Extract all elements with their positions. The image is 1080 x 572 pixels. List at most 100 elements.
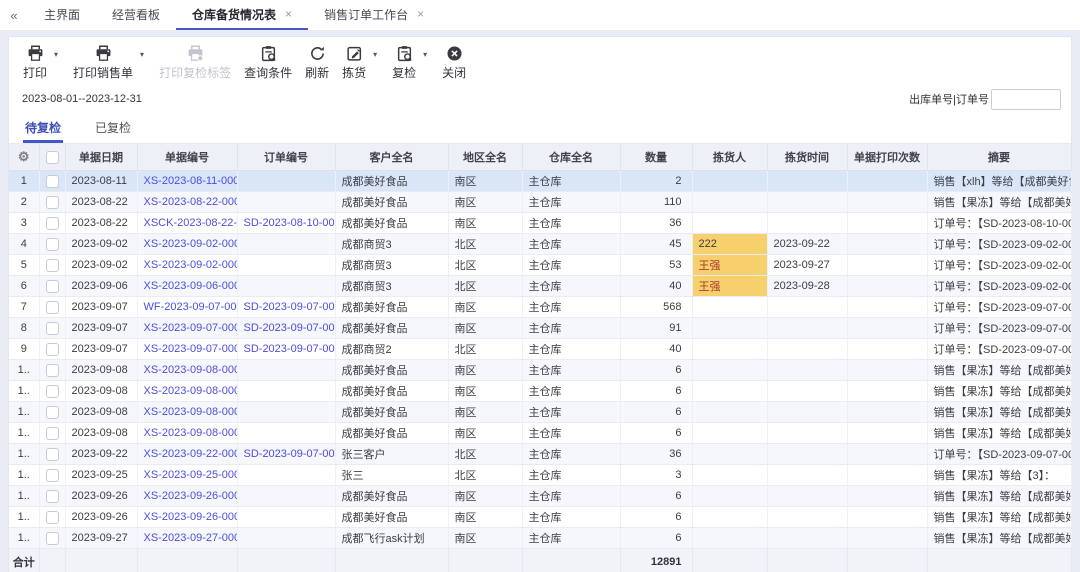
cell-doc-no-link[interactable]: XS-2023-08-22-00014 <box>137 191 238 213</box>
cell-order-no-link[interactable] <box>237 401 336 423</box>
row-checkbox[interactable] <box>45 510 59 524</box>
column-header-7[interactable]: 拣货人 <box>692 143 768 171</box>
toolbar-button-7[interactable]: 关闭 <box>442 44 466 81</box>
table-row[interactable]: 1.. 2023-09-08 XS-2023-09-08-00025 成都美好食… <box>9 380 1072 402</box>
toolbar-button-3[interactable]: 查询条件 <box>244 44 292 81</box>
row-checkbox[interactable] <box>45 531 59 545</box>
table-row[interactable]: 1 2023-08-11 XS-2023-08-11-00013 成都美好食品 … <box>9 170 1072 192</box>
row-checkbox[interactable] <box>45 321 59 335</box>
cell-order-no-link[interactable] <box>237 485 336 507</box>
cell-order-no-link[interactable] <box>237 233 336 255</box>
table-row[interactable]: 1.. 2023-09-25 XS-2023-09-25-00031 张三 北区… <box>9 464 1072 486</box>
cell-order-no-link[interactable] <box>237 359 336 381</box>
cell-order-no-link[interactable]: SD-2023-09-07-00009 <box>237 296 336 318</box>
column-header-8[interactable]: 拣货时间 <box>767 143 848 171</box>
main-tab-0[interactable]: 主界面 <box>28 0 96 30</box>
cell-order-no-link[interactable]: SD-2023-08-10-00002 <box>237 212 336 234</box>
cell-order-no-link[interactable] <box>237 506 336 528</box>
cell-order-no-link[interactable]: SD-2023-09-07-00014 <box>237 338 336 360</box>
row-checkbox[interactable] <box>45 489 59 503</box>
dropdown-caret-icon[interactable]: ▾ <box>423 50 427 59</box>
column-header-1[interactable]: 单据编号 <box>137 143 238 171</box>
subtab-1[interactable]: 已复检 <box>93 115 133 143</box>
select-all-checkbox[interactable] <box>45 150 59 164</box>
table-row[interactable]: 8 2023-09-07 XS-2023-09-07-00022 SD-2023… <box>9 317 1072 339</box>
main-tab-1[interactable]: 经营看板 <box>96 0 176 30</box>
subtab-0[interactable]: 待复检 <box>23 115 64 143</box>
row-checkbox[interactable] <box>45 279 59 293</box>
table-row[interactable]: 2 2023-08-22 XS-2023-08-22-00014 成都美好食品 … <box>9 191 1072 213</box>
dropdown-caret-icon[interactable]: ▾ <box>54 50 58 59</box>
cell-order-no-link[interactable] <box>237 170 336 192</box>
column-header-4[interactable]: 地区全名 <box>448 143 523 171</box>
cell-doc-no-link[interactable]: XS-2023-09-08-00027 <box>137 422 238 444</box>
cell-doc-no-link[interactable]: WF-2023-09-07-00003 <box>137 296 238 318</box>
cell-doc-no-link[interactable]: XS-2023-09-07-00022 <box>137 317 238 339</box>
tab-close-icon[interactable]: × <box>417 7 424 21</box>
row-checkbox[interactable] <box>45 258 59 272</box>
table-row[interactable]: 1.. 2023-09-08 XS-2023-09-08-00026 成都美好食… <box>9 401 1072 423</box>
toolbar-button-6[interactable]: 复检 ▾ <box>392 44 429 81</box>
cell-order-no-link[interactable] <box>237 191 336 213</box>
cell-doc-no-link[interactable]: XS-2023-09-07-00023 <box>137 338 238 360</box>
cell-order-no-link[interactable] <box>237 275 336 297</box>
column-header-6[interactable]: 数量 <box>620 143 693 171</box>
column-header-9[interactable]: 单据打印次数 <box>847 143 928 171</box>
table-row[interactable]: 1.. 2023-09-26 XS-2023-09-26-00033 成都美好食… <box>9 506 1072 528</box>
cell-order-no-link[interactable] <box>237 380 336 402</box>
cell-doc-no-link[interactable]: XS-2023-09-06-00018 <box>137 275 238 297</box>
column-header-10[interactable]: 摘要 <box>927 143 1072 171</box>
cell-order-no-link[interactable] <box>237 254 336 276</box>
table-row[interactable]: 1.. 2023-09-08 XS-2023-09-08-00024 成都美好食… <box>9 359 1072 381</box>
cell-order-no-link[interactable] <box>237 527 336 549</box>
table-row[interactable]: 1.. 2023-09-26 XS-2023-09-26-00032 成都美好食… <box>9 485 1072 507</box>
table-row[interactable]: 1.. 2023-09-08 XS-2023-09-08-00027 成都美好食… <box>9 422 1072 444</box>
row-checkbox[interactable] <box>45 426 59 440</box>
row-checkbox[interactable] <box>45 300 59 314</box>
cell-doc-no-link[interactable]: XS-2023-09-02-00016 <box>137 233 238 255</box>
row-checkbox[interactable] <box>45 384 59 398</box>
cell-doc-no-link[interactable]: XS-2023-09-27-00034 <box>137 527 238 549</box>
cell-doc-no-link[interactable]: XS-2023-09-08-00026 <box>137 401 238 423</box>
column-header-2[interactable]: 订单编号 <box>237 143 336 171</box>
column-header-5[interactable]: 仓库全名 <box>522 143 621 171</box>
main-tab-3[interactable]: 销售订单工作台 × <box>308 0 440 30</box>
row-checkbox[interactable] <box>45 405 59 419</box>
cell-doc-no-link[interactable]: XS-2023-09-08-00025 <box>137 380 238 402</box>
toolbar-button-0[interactable]: 打印 ▾ <box>23 44 60 81</box>
column-header-3[interactable]: 客户全名 <box>335 143 449 171</box>
cell-doc-no-link[interactable]: XS-2023-09-26-00033 <box>137 506 238 528</box>
table-row[interactable]: 4 2023-09-02 XS-2023-09-02-00016 成都商贸3 北… <box>9 233 1072 255</box>
row-checkbox[interactable] <box>45 195 59 209</box>
column-header-0[interactable]: 单据日期 <box>65 143 138 171</box>
table-row[interactable]: 3 2023-08-22 XSCK-2023-08-22-00001 SD-20… <box>9 212 1072 234</box>
cell-order-no-link[interactable]: SD-2023-09-07-00017 <box>237 317 336 339</box>
cell-doc-no-link[interactable]: XS-2023-09-08-00024 <box>137 359 238 381</box>
toolbar-button-1[interactable]: 打印销售单 ▾ <box>73 44 146 81</box>
cell-doc-no-link[interactable]: XS-2023-09-02-00017 <box>137 254 238 276</box>
dropdown-caret-icon[interactable]: ▾ <box>140 50 144 59</box>
row-checkbox[interactable] <box>45 174 59 188</box>
row-checkbox[interactable] <box>45 342 59 356</box>
row-checkbox[interactable] <box>45 237 59 251</box>
table-row[interactable]: 6 2023-09-06 XS-2023-09-06-00018 成都商贸3 北… <box>9 275 1072 297</box>
cell-doc-no-link[interactable]: XS-2023-09-25-00031 <box>137 464 238 486</box>
table-row[interactable]: 7 2023-09-07 WF-2023-09-07-00003 SD-2023… <box>9 296 1072 318</box>
search-input[interactable] <box>991 88 1061 110</box>
cell-order-no-link[interactable] <box>237 464 336 486</box>
cell-doc-no-link[interactable]: XS-2023-09-22-00030 <box>137 443 238 465</box>
cell-doc-no-link[interactable]: XSCK-2023-08-22-00001 <box>137 212 238 234</box>
row-checkbox[interactable] <box>45 216 59 230</box>
collapse-tabs-icon[interactable]: « <box>0 0 28 30</box>
dropdown-caret-icon[interactable]: ▾ <box>373 50 377 59</box>
cell-doc-no-link[interactable]: XS-2023-08-11-00013 <box>137 170 238 192</box>
row-checkbox[interactable] <box>45 468 59 482</box>
cell-order-no-link[interactable] <box>237 422 336 444</box>
cell-doc-no-link[interactable]: XS-2023-09-26-00032 <box>137 485 238 507</box>
row-checkbox[interactable] <box>45 447 59 461</box>
table-row[interactable]: 1.. 2023-09-22 XS-2023-09-22-00030 SD-20… <box>9 443 1072 465</box>
tab-close-icon[interactable]: × <box>285 7 292 21</box>
row-checkbox[interactable] <box>45 363 59 377</box>
column-settings-gear-icon[interactable]: ⚙ <box>18 149 30 164</box>
main-tab-2[interactable]: 仓库备货情况表 × <box>176 0 309 30</box>
